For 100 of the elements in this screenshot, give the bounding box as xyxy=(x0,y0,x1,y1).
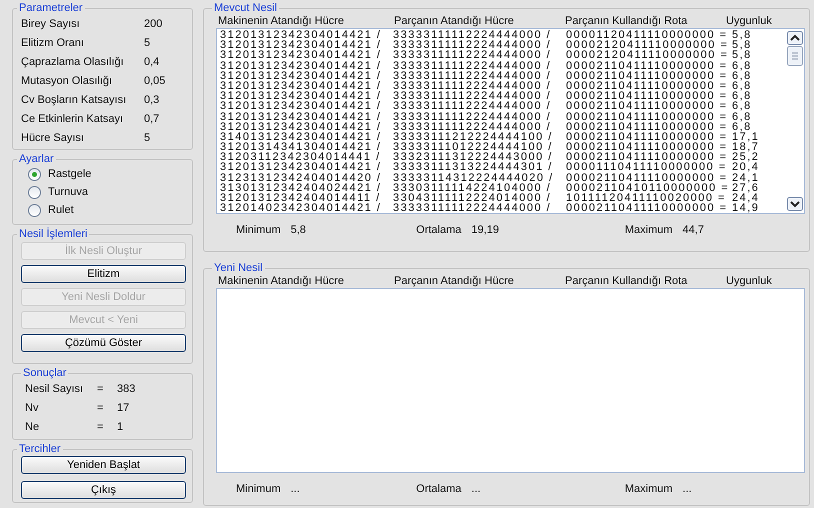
radio-button[interactable] xyxy=(28,204,41,216)
group-title: Sonuçlar xyxy=(22,367,68,379)
result-label: Nesil Sayısı xyxy=(25,382,84,394)
list-cell-text: 33333111313224444301 / xyxy=(393,162,554,173)
action-button[interactable]: Çıkış xyxy=(21,481,186,499)
list-cell-text: 31201312342304014421 / xyxy=(220,40,382,50)
parameter-label: Mutasyon Olasılığı xyxy=(21,74,114,86)
action-button[interactable]: Çözümü Göster xyxy=(21,334,186,352)
group-title: Nesil İşlemleri xyxy=(18,228,88,240)
list-cell-text: 33333111112224444000 / xyxy=(393,112,552,122)
column-header: Uygunluk xyxy=(726,15,772,27)
stat-label: Ortalama xyxy=(416,224,462,236)
stat-value: ... xyxy=(290,483,300,495)
list-cell-text: 00002110411110000000 = xyxy=(566,132,729,142)
list-cell-text: 31201312342304014421 / xyxy=(220,60,382,71)
list-cell-text: 33333111112224444000 / xyxy=(393,91,552,102)
equals-sign: = xyxy=(97,420,104,432)
stat-value: ... xyxy=(471,483,481,495)
list-cell-text: 00002110411110000000 = xyxy=(566,152,729,162)
list-cell: 6,8 xyxy=(732,80,752,92)
list-cell-text: 00002120411110000000 = xyxy=(566,40,730,50)
stat-label: Minimum xyxy=(236,224,281,236)
list-cell-text: 31201312342304014421 / xyxy=(220,162,382,173)
list-cell-text: 31203112342304014441 / xyxy=(220,152,382,162)
scroll-down-icon[interactable] xyxy=(787,197,803,211)
list-cell-text: 00002110411110000000 = xyxy=(566,112,729,122)
list-cell-text: 33333111112224444000 / xyxy=(393,40,552,50)
radio-label[interactable]: Rastgele xyxy=(48,168,92,180)
radio-label[interactable]: Rulet xyxy=(48,204,74,216)
list-cell-text: 31201312342304014421 / xyxy=(220,112,382,122)
list-cell: 24,4 xyxy=(732,193,760,204)
stat-label: Ortalama xyxy=(416,483,462,495)
list-cell: 5,8 xyxy=(732,50,752,61)
list-cell-text: 00002110411110000000 = xyxy=(566,172,729,183)
list-cell: 17,1 xyxy=(732,132,760,142)
column-header: Parçanın Kullandığı Rota xyxy=(565,15,688,27)
list-cell-text: 31201312342304014421 / xyxy=(220,50,382,61)
list-cell-text: 33333111012224444100 / xyxy=(393,142,554,152)
result-label: Nv xyxy=(25,402,40,414)
list-cell: 25,2 xyxy=(732,152,760,162)
list-cell: 20,4 xyxy=(732,162,760,173)
parameter-value: 5 xyxy=(144,132,150,144)
parameter-label: Birey Sayısı xyxy=(21,18,81,30)
radio-button[interactable] xyxy=(28,186,41,198)
list-cell-text: 00002110411110000000 = xyxy=(566,80,729,92)
parameter-label: Hücre Sayısı xyxy=(21,132,85,144)
list-cell-text: 33333111112224444000 / xyxy=(393,60,552,71)
list-cell-text: 33323111312224443000 / xyxy=(393,152,554,162)
parameter-label: Elitizm Oranı xyxy=(21,36,85,48)
list-cell: 6,8 xyxy=(732,122,752,132)
list-cell-text: 33333111112224444000 / xyxy=(393,80,552,92)
list-box[interactable] xyxy=(216,28,805,214)
stat-label: Maximum xyxy=(624,224,673,236)
list-cell-text: 33043111112224014000 / xyxy=(393,193,552,204)
list-cell: 6,8 xyxy=(732,91,752,102)
list-cell-text: 00002120411110000000 = xyxy=(566,50,730,61)
list-cell-text: 31231312342404014420 / xyxy=(220,172,382,183)
group-title: Parametreler xyxy=(18,2,84,14)
list-cell-text: 10111120411110020000 = xyxy=(566,193,727,204)
column-header: Makinenin Atandığı Hücre xyxy=(218,275,345,287)
result-value: 1 xyxy=(117,420,124,432)
list-cell-text: 00002110411110000000 = xyxy=(566,101,729,112)
stat-value: 5,8 xyxy=(290,224,306,236)
column-header: Uygunluk xyxy=(726,275,772,287)
list-cell-text: 31201402342304014421 / xyxy=(220,203,382,214)
list-cell: 18,7 xyxy=(732,142,760,152)
stat-value: 19,19 xyxy=(471,224,499,236)
parameter-value: 5 xyxy=(144,36,150,48)
list-cell-text: 33333111112224444000 / xyxy=(393,203,552,214)
list-cell-text: 00002110411110000000 = xyxy=(566,60,729,71)
list-cell-text: 33333111212224444100 / xyxy=(393,132,554,142)
result-value: 17 xyxy=(117,402,130,414)
list-cell: 6,8 xyxy=(732,112,752,122)
list-cell-text: 00001120411110000000 = xyxy=(566,30,729,40)
group-title: Ayarlar xyxy=(18,153,55,165)
parameter-label: Ce Etkinlerin Katsayı xyxy=(21,112,124,124)
radio-button[interactable] xyxy=(28,168,41,180)
stat-label: Maximum xyxy=(624,483,673,495)
column-header: Parçanın Atandığı Hücre xyxy=(394,15,515,27)
action-button[interactable]: Yeniden Başlat xyxy=(21,456,186,474)
scroll-thumb-icon[interactable] xyxy=(787,46,803,66)
result-value: 383 xyxy=(117,382,136,394)
list-cell: 5,8 xyxy=(732,30,752,40)
list-cell-text: 00001110411110000000 = xyxy=(566,162,728,173)
list-cell-text: 31201312342304014421 / xyxy=(220,122,382,132)
scrollbar[interactable] xyxy=(786,29,804,213)
list-cell: 27,6 xyxy=(732,182,760,193)
list-cell-text: 00002110411110000000 = xyxy=(566,122,729,132)
result-label: Ne xyxy=(25,420,40,432)
radio-label[interactable]: Turnuva xyxy=(48,186,88,198)
parameter-value: 0,3 xyxy=(144,94,160,106)
action-button[interactable]: Elitizm xyxy=(21,265,186,283)
list-cell-text: 33303111114224104000 / xyxy=(393,182,552,193)
list-cell-text: 00002110411110000000 = xyxy=(566,203,729,214)
scroll-up-icon[interactable] xyxy=(787,31,803,45)
group-title: Mevcut Nesil xyxy=(213,2,278,14)
column-header: Makinenin Atandığı Hücre xyxy=(218,15,345,27)
parameter-label: Çaprazlama Olasılığı xyxy=(21,56,125,68)
list-cell-text: 00002110410110000000 = xyxy=(566,182,730,193)
list-cell-text: 00002110411110000000 = xyxy=(566,91,729,102)
